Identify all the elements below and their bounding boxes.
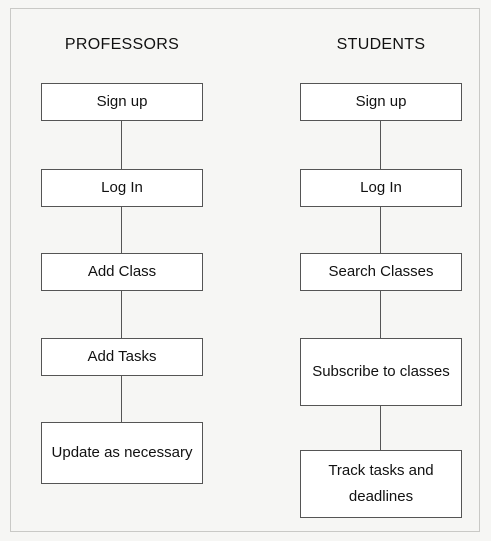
- students-heading: STUDENTS: [336, 36, 426, 53]
- professors-step-add-class: Add Class: [41, 253, 203, 291]
- professors-step-log-in: Log In: [41, 169, 203, 207]
- flowchart-frame: PROFESSORS Sign up Log In Add Class Add …: [10, 8, 480, 532]
- professors-connector-1: [121, 121, 122, 169]
- students-step-sign-up: Sign up: [300, 83, 462, 121]
- students-step-track-tasks-and-deadlines: Track tasks and deadlines: [300, 450, 462, 518]
- professors-step-add-tasks: Add Tasks: [41, 338, 203, 376]
- students-connector-4: [380, 406, 381, 450]
- professors-heading: PROFESSORS: [64, 36, 180, 53]
- professors-step-update-as-necessary: Update as necessary: [41, 422, 203, 484]
- students-step-search-classes: Search Classes: [300, 253, 462, 291]
- students-step-subscribe-to-classes: Subscribe to classes: [300, 338, 462, 406]
- students-connector-3: [380, 291, 381, 338]
- professors-connector-2: [121, 207, 122, 253]
- students-step-log-in: Log In: [300, 169, 462, 207]
- professors-connector-3: [121, 291, 122, 338]
- students-connector-1: [380, 121, 381, 169]
- professors-step-sign-up: Sign up: [41, 83, 203, 121]
- professors-connector-4: [121, 376, 122, 422]
- students-connector-2: [380, 207, 381, 253]
